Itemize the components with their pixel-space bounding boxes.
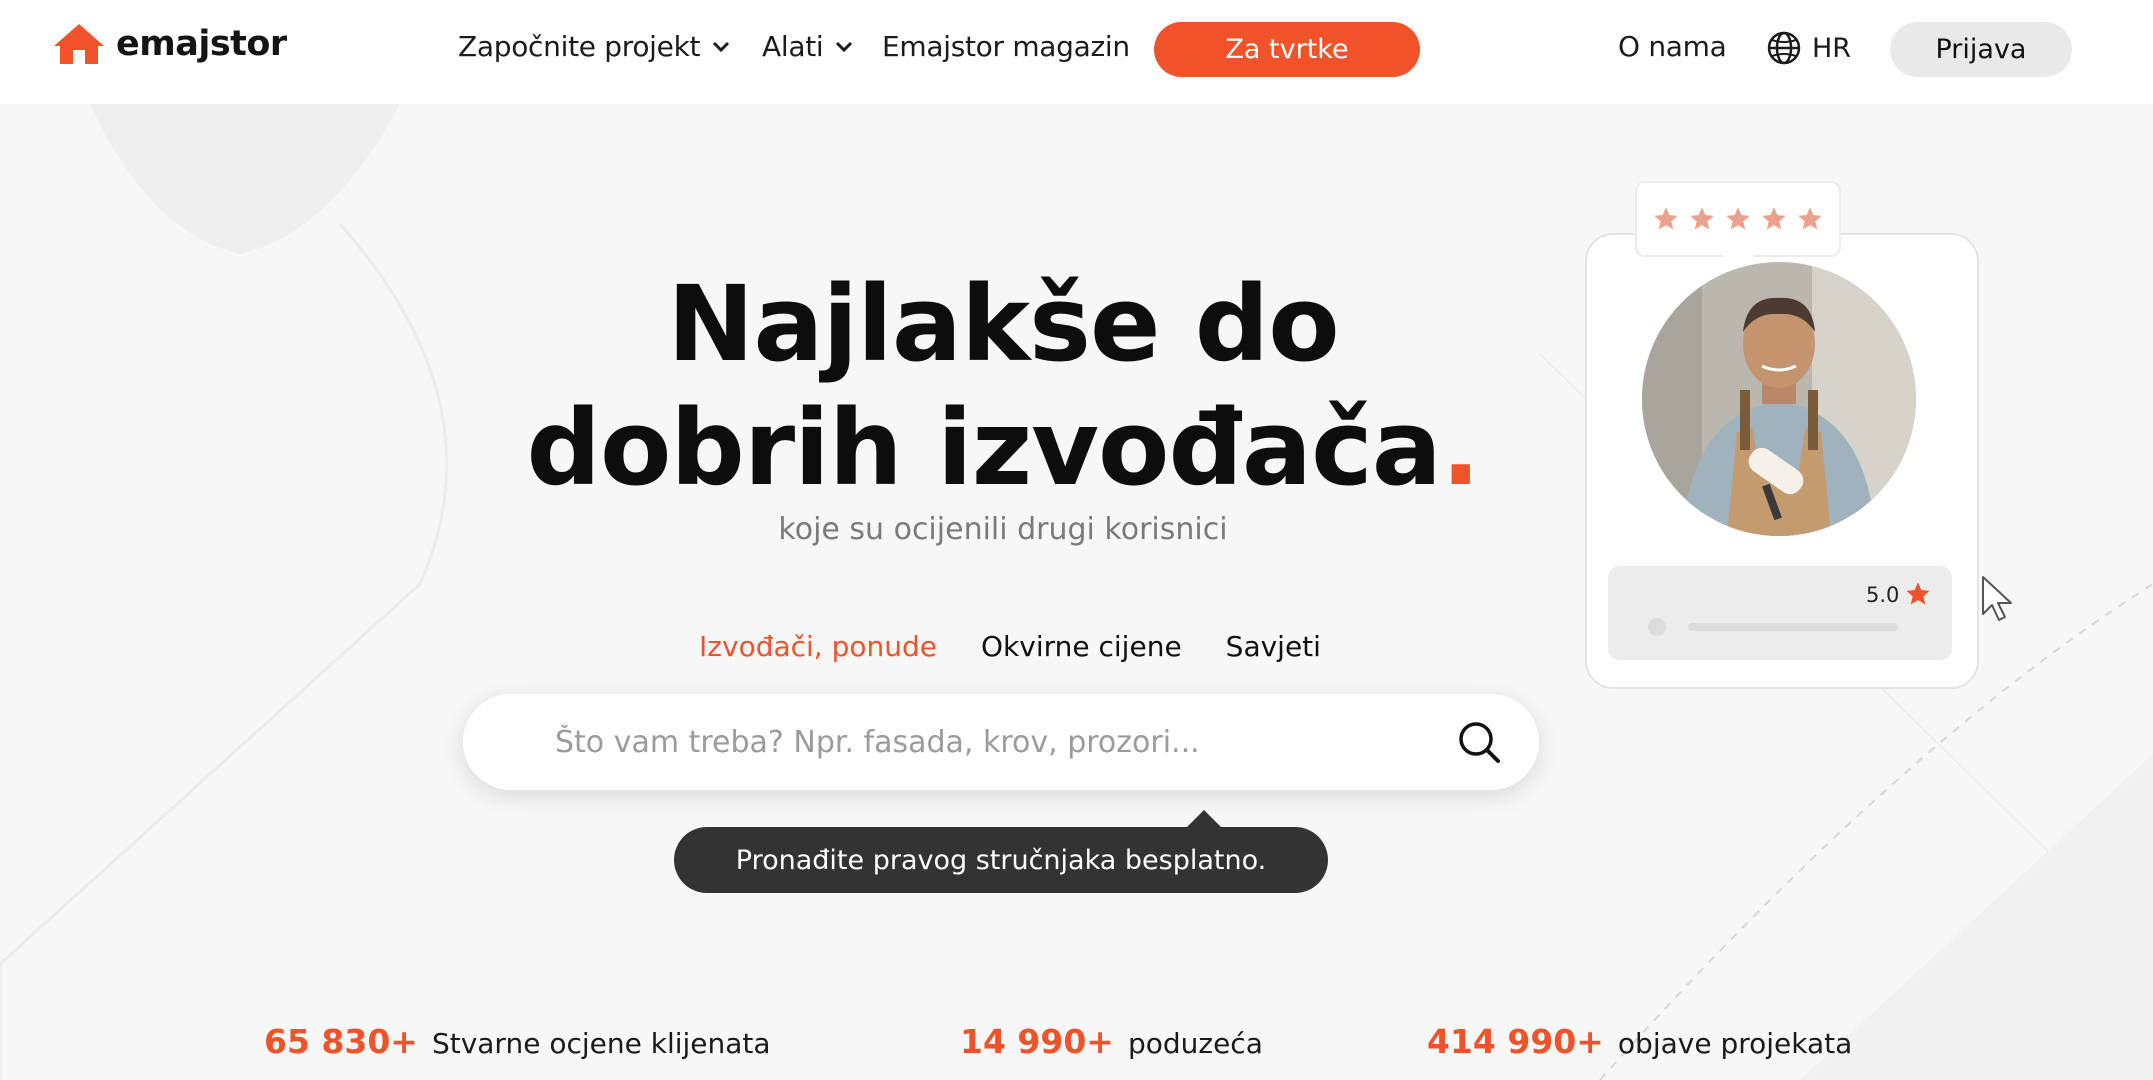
search-icon[interactable] bbox=[1457, 720, 1501, 764]
nav-o-nama[interactable]: O nama bbox=[1618, 30, 1727, 63]
mouse-cursor-icon bbox=[1982, 576, 2012, 621]
hero-title-line2: dobrih izvođača. bbox=[500, 386, 1506, 510]
search-input[interactable] bbox=[555, 724, 1415, 760]
za-tvrtke-button[interactable]: Za tvrtke bbox=[1154, 22, 1420, 77]
star-icon bbox=[1690, 207, 1714, 230]
tab-okvirne-cijene[interactable]: Okvirne cijene bbox=[981, 630, 1182, 663]
login-button[interactable]: Prijava bbox=[1890, 22, 2072, 77]
chevron-down-icon bbox=[836, 41, 853, 52]
logo[interactable]: emajstor bbox=[52, 22, 287, 66]
star-icon bbox=[1654, 207, 1678, 230]
site-header: emajstor Započnite projekt Alati Emajsto… bbox=[0, 0, 2153, 104]
rating-stars-box bbox=[1635, 181, 1841, 257]
stat-reviews: 65 830+ Stvarne ocjene klijenata bbox=[264, 1022, 771, 1061]
star-icon bbox=[1726, 207, 1750, 230]
hero-title-dot: . bbox=[1440, 387, 1481, 509]
search-tabs: Izvođači, ponude Okvirne cijene Savjeti bbox=[660, 630, 1360, 663]
nav-label: Alati bbox=[762, 30, 824, 63]
hero-subtitle: koje su ocijenili drugi korisnici bbox=[778, 512, 1228, 547]
stat-number: 414 990+ bbox=[1427, 1022, 1604, 1061]
star-icon bbox=[1798, 207, 1822, 230]
nav-zapocnite-projekt[interactable]: Započnite projekt bbox=[458, 30, 730, 63]
hero-title-line2-text: dobrih izvođača bbox=[526, 387, 1442, 509]
house-logo-icon bbox=[54, 24, 104, 64]
nav-label: O nama bbox=[1618, 30, 1727, 63]
nav-label: Započnite projekt bbox=[458, 30, 701, 63]
language-code: HR bbox=[1812, 32, 1852, 64]
tab-savjeti[interactable]: Savjeti bbox=[1226, 630, 1321, 663]
tab-izvodaci-ponude[interactable]: Izvođači, ponude bbox=[699, 630, 937, 663]
rating-value: 5.0 bbox=[1866, 583, 1900, 607]
brand-name: emajstor bbox=[116, 24, 287, 64]
search-bar bbox=[463, 694, 1539, 790]
craftsman-avatar bbox=[1642, 262, 1916, 536]
nav-label: Emajstor magazin bbox=[882, 30, 1130, 63]
hero-title: Najlakše do dobrih izvođača. bbox=[500, 262, 1506, 510]
stat-label: objave projekata bbox=[1617, 1027, 1853, 1060]
stat-projects: 414 990+ objave projekata bbox=[1427, 1022, 1852, 1061]
stat-label: Stvarne ocjene klijenata bbox=[431, 1027, 771, 1060]
stat-number: 14 990+ bbox=[960, 1022, 1114, 1061]
star-icon bbox=[1762, 207, 1786, 230]
rating-panel bbox=[1608, 566, 1952, 660]
search-tooltip: Pronađite pravog stručnjaka besplatno. bbox=[674, 827, 1328, 893]
hero-title-line1: Najlakše do bbox=[667, 263, 1339, 385]
stat-label: poduzeća bbox=[1127, 1027, 1263, 1060]
stat-companies: 14 990+ poduzeća bbox=[960, 1022, 1263, 1061]
globe-icon bbox=[1767, 31, 1801, 65]
nav-alati[interactable]: Alati bbox=[762, 30, 853, 63]
stat-number: 65 830+ bbox=[264, 1022, 418, 1061]
tooltip-arrow bbox=[1186, 810, 1222, 828]
language-selector[interactable]: HR bbox=[1766, 30, 1851, 66]
chevron-down-icon bbox=[713, 41, 730, 52]
placeholder-dot bbox=[1648, 618, 1666, 636]
placeholder-line bbox=[1688, 623, 1898, 631]
nav-emajstor-magazin[interactable]: Emajstor magazin bbox=[882, 30, 1130, 63]
star-icon bbox=[1906, 582, 1930, 605]
